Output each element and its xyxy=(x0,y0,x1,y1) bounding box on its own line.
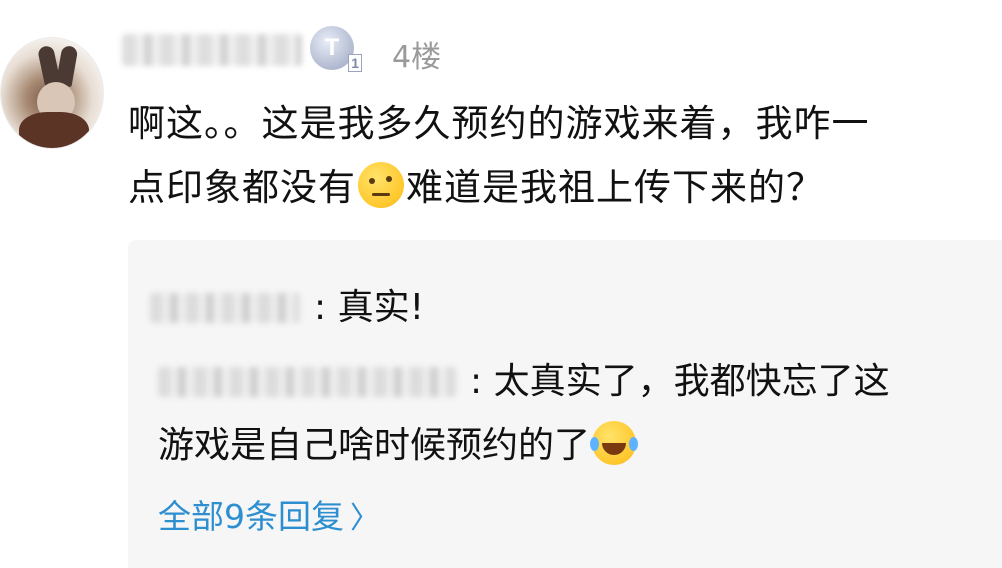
floor-label: 4楼 xyxy=(392,40,442,75)
reply-text-b: 游戏是自己啥时候预约的了 xyxy=(158,425,591,466)
thinking-face-icon xyxy=(358,162,404,208)
comment-line-2-part-b: 难道是我祖上传下来的？ xyxy=(406,166,824,209)
view-all-replies-label: 全部9条回复 xyxy=(158,497,344,536)
reply-text-a: : 太真实了，我都快忘了这 xyxy=(470,361,890,402)
laughing-tears-icon xyxy=(590,421,637,465)
replies-container[interactable]: : 真实! : 太真实了，我都快忘了这 游戏是自己啥时候预约的了 全部9条回复〉 xyxy=(128,240,1002,568)
reply-line-1: : 太真实了，我都快忘了这 xyxy=(158,350,978,414)
avatar-body xyxy=(19,112,89,148)
chevron-right-icon: 〉 xyxy=(350,501,380,536)
reply-line-2: 游戏是自己啥时候预约的了 xyxy=(158,414,978,478)
reply-username-blurred[interactable] xyxy=(158,367,456,397)
level-badge-number: 1 xyxy=(348,54,362,72)
reply-item[interactable]: : 太真实了，我都快忘了这 游戏是自己啥时候预约的了 xyxy=(158,350,978,478)
comment-line-1: 啊这。。这是我多久预约的游戏来着，我咋一 xyxy=(128,102,870,145)
comment-line-2: 点印象都没有 难道是我祖上传下来的？ xyxy=(128,156,988,220)
avatar[interactable] xyxy=(0,37,104,149)
reply-item[interactable]: : 真实! xyxy=(150,276,424,340)
username-blurred[interactable] xyxy=(122,34,302,66)
comment-line-2-part-a: 点印象都没有 xyxy=(128,166,356,209)
avatar-ear xyxy=(55,44,79,88)
reply-username-blurred[interactable] xyxy=(150,293,300,323)
level-badge-icon: T 1 xyxy=(310,26,362,72)
comment-post: T 1 4楼 啊这。。这是我多久预约的游戏来着，我咋一 点印象都没有 难道是我祖上… xyxy=(0,0,1002,568)
view-all-replies-link[interactable]: 全部9条回复〉 xyxy=(158,490,380,538)
comment-body: 啊这。。这是我多久预约的游戏来着，我咋一 点印象都没有 难道是我祖上传下来的？ xyxy=(128,92,988,220)
reply-text: : 真实! xyxy=(314,287,425,328)
level-badge-letter: T xyxy=(324,34,340,61)
